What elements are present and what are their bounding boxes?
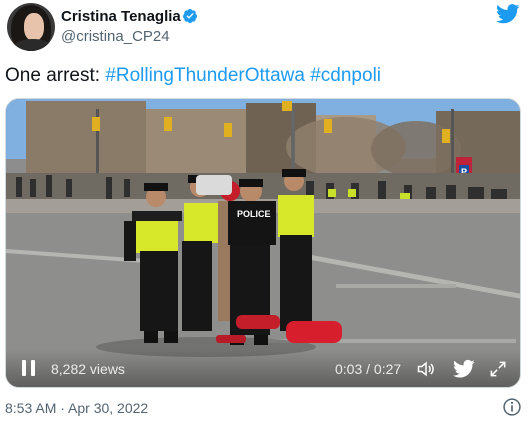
info-icon[interactable] bbox=[502, 397, 522, 417]
avatar[interactable] bbox=[7, 3, 55, 51]
user-handle[interactable]: @cristina_CP24 bbox=[61, 28, 170, 46]
video-time: 0:03 / 0:27 bbox=[335, 361, 402, 377]
verified-badge-icon bbox=[182, 9, 197, 23]
volume-icon[interactable] bbox=[416, 359, 436, 379]
video-player[interactable]: P POLICE 8,282 views 0:03 / 0:27 bbox=[5, 98, 521, 388]
video-frame[interactable]: P POLICE bbox=[6, 99, 521, 388]
pause-icon[interactable] bbox=[22, 360, 36, 376]
hashtag-link[interactable]: #RollingThunderOttawa bbox=[105, 65, 305, 86]
tweet-header: Cristina Tenaglia @cristina_CP24 bbox=[5, 0, 526, 56]
tweet-timestamp[interactable]: 8:53 AM · Apr 30, 2022 bbox=[5, 399, 148, 417]
twitter-bird-icon[interactable] bbox=[496, 4, 520, 24]
view-count: 8,282 views bbox=[51, 361, 125, 377]
user-name[interactable]: Cristina Tenaglia bbox=[61, 8, 181, 26]
twitter-bird-icon[interactable] bbox=[453, 359, 475, 379]
video-controls: 8,282 views 0:03 / 0:27 bbox=[6, 349, 520, 387]
fullscreen-icon[interactable] bbox=[488, 359, 508, 379]
hashtag-link[interactable]: #cdnpoli bbox=[310, 65, 381, 86]
tweet-text: One arrest: #RollingThunderOttawa #cdnpo… bbox=[5, 64, 381, 88]
tweet-plain-text: One arrest: bbox=[5, 65, 106, 86]
police-vest-label: POLICE bbox=[237, 209, 271, 219]
